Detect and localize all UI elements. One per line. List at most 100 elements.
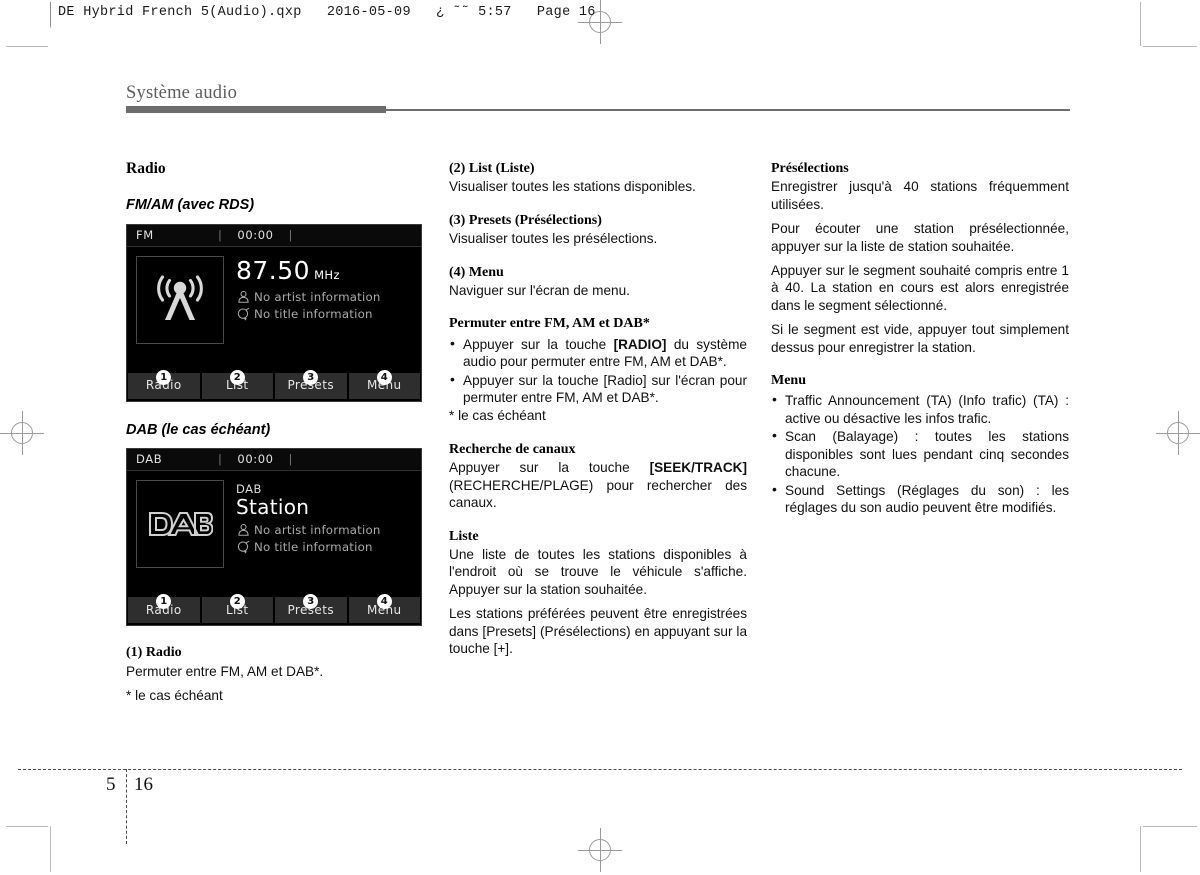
- dab-artist-row: No artist information: [236, 522, 413, 538]
- person-icon: [238, 290, 249, 303]
- switch-bullet-1-pre: Appuyer sur la touche: [463, 336, 614, 352]
- item-1-block: (1) Radio Permuter entre FM, AM et DAB*.…: [126, 644, 426, 704]
- dab-callout-3: 3: [303, 594, 319, 610]
- folio-page-number: 16: [134, 774, 153, 795]
- presets-body-2: Pour écouter une station présélectionnée…: [771, 221, 1069, 254]
- fm-callout-3: 3: [303, 369, 319, 385]
- music-note-icon: [237, 307, 250, 321]
- crop-mark-top-right-horizontal: [1143, 46, 1197, 47]
- dab-status-separator-1: |: [218, 452, 223, 467]
- crop-mark-top-left-horizontal: [6, 46, 48, 47]
- item-4-heading: (4) Menu: [449, 264, 504, 280]
- switch-bands-footnote: * le cas échéant: [449, 408, 546, 424]
- fm-status-clock: 00:00: [237, 227, 274, 242]
- registration-mark-right: [1156, 411, 1200, 455]
- fm-title-text: No title information: [254, 306, 373, 321]
- item-1-footnote: * le cas échéant: [126, 688, 223, 704]
- fm-radio-screen[interactable]: FM | 00:00 | 87.50 MHz No artist informa…: [126, 223, 422, 402]
- registration-mark-bottom: [578, 828, 622, 872]
- crop-mark-bottom-left-horizontal: [6, 826, 48, 827]
- list-heading: Liste: [449, 528, 479, 544]
- dab-status-mode: DAB: [136, 452, 163, 467]
- section-title-radio: Radio: [126, 160, 166, 177]
- item-3-block: (3) Presets (Présélections) Visualiser t…: [449, 212, 747, 248]
- broadcast-tower-icon: [157, 275, 203, 320]
- fm-callout-1: 1: [156, 369, 172, 385]
- fm-artist-text: No artist information: [254, 289, 381, 304]
- fm-status-bar: FM | 00:00 |: [127, 224, 421, 247]
- switch-bands-block: Permuter entre FM, AM et DAB* Appuyer su…: [449, 315, 747, 424]
- fm-frequency-value: 87.50: [236, 255, 311, 285]
- dab-callout-4: 4: [376, 594, 392, 610]
- running-head-rule-thick: [126, 106, 386, 113]
- seek-body-post: (RECHERCHE/PLAGE) pour rechercher des ca…: [449, 477, 747, 511]
- seek-block: Recherche de canaux Appuyer sur la touch…: [449, 441, 747, 512]
- fm-status-separator-2: |: [288, 227, 293, 242]
- fm-frequency-row: 87.50 MHz: [236, 255, 413, 288]
- item-4-block: (4) Menu Naviguer sur l'écran de menu.: [449, 264, 747, 300]
- dab-station-name: Station: [236, 495, 310, 520]
- music-note-icon: [237, 540, 250, 554]
- item-1-heading: (1) Radio: [126, 645, 182, 661]
- dab-callout-2: 2: [229, 594, 245, 610]
- fm-screen-body: 87.50 MHz No artist information No title…: [127, 246, 421, 373]
- fm-callout-2: 2: [229, 369, 245, 385]
- dab-status-bar: DAB | 00:00 |: [127, 449, 421, 472]
- subheading-fm-am: FM/AM (avec RDS): [126, 197, 255, 214]
- subheading-dab: DAB (le cas échéant): [126, 421, 271, 438]
- list-body-1: Une liste de toutes les stations disponi…: [449, 546, 747, 597]
- switch-bands-bullet-1: Appuyer sur la touche [RADIO] du système…: [449, 335, 747, 371]
- list-body-2: Les stations préférées peuvent être enre…: [449, 606, 747, 656]
- menu-bullets: Traffic Announcement (TA) (Info trafic) …: [771, 391, 1069, 517]
- menu-block: Menu Traffic Announcement (TA) (Info tra…: [771, 372, 1069, 516]
- presets-block: Présélections Enregistrer jusqu'à 40 sta…: [771, 160, 1069, 356]
- seek-body-key: [SEEK/TRACK]: [649, 460, 747, 476]
- right-column: Présélections Enregistrer jusqu'à 40 sta…: [771, 160, 1069, 517]
- switch-bands-bullets: Appuyer sur la touche [RADIO] du système…: [449, 335, 747, 407]
- menu-heading: Menu: [771, 373, 806, 389]
- presets-body-3: Appuyer sur le segment souhaité compris …: [771, 263, 1069, 313]
- registration-mark-left: [0, 411, 44, 455]
- person-icon: [238, 524, 249, 536]
- fm-status-mode: FM: [136, 227, 154, 242]
- middle-column: (2) List (Liste) Visualiser toutes les s…: [449, 160, 747, 657]
- list-block: Liste Une liste de toutes les stations d…: [449, 528, 747, 658]
- film-header-rule: [50, 2, 51, 26]
- seek-body: Appuyer sur la touche [SEEK/TRACK] (RECH…: [449, 459, 747, 511]
- fm-metadata: 87.50 MHz No artist information No title…: [236, 256, 413, 322]
- item-2-heading: (2) List (Liste): [449, 161, 535, 176]
- fm-status-separator-1: |: [218, 227, 223, 242]
- menu-bullet-1: Traffic Announcement (TA) (Info trafic) …: [771, 391, 1069, 427]
- fm-title-row: No title information: [236, 306, 413, 322]
- presets-body-4: Si le segment est vide, appuyer tout sim…: [771, 322, 1069, 355]
- dab-artist-text: No artist information: [254, 523, 381, 538]
- fm-frequency-unit: MHz: [314, 267, 340, 282]
- presets-body-1: Enregistrer jusqu'à 40 stations fréquemm…: [771, 179, 1069, 212]
- dab-logo-icon: [149, 512, 213, 537]
- dab-callout-1: 1: [156, 594, 172, 610]
- fm-callout-4: 4: [376, 369, 392, 385]
- running-head-title: Système audio: [126, 83, 238, 103]
- dab-metadata: DAB Station No artist information No tit…: [236, 480, 413, 555]
- item-3-body: Visualiser toutes les présélections.: [449, 231, 658, 247]
- dab-title-row: No title information: [236, 539, 413, 555]
- item-4-body: Naviguer sur l'écran de menu.: [449, 283, 630, 299]
- switch-bullet-1-key: [RADIO]: [613, 336, 667, 352]
- dab-title-text: No title information: [254, 540, 373, 555]
- seek-body-pre: Appuyer sur la touche: [449, 460, 650, 476]
- dab-status-separator-2: |: [288, 452, 293, 467]
- switch-bands-heading: Permuter entre FM, AM et DAB*: [449, 316, 650, 332]
- left-column: Radio FM/AM (avec RDS) FM | 00:00 | 87.5…: [126, 160, 426, 704]
- crop-mark-top-right-vertical: [1140, 2, 1141, 46]
- presets-heading: Présélections: [771, 161, 849, 176]
- item-2-body: Visualiser toutes les stations disponibl…: [449, 179, 696, 195]
- crop-mark-bottom-right-vertical: [1140, 826, 1141, 872]
- fm-artwork-box: [136, 255, 224, 344]
- dab-label-small: DAB: [236, 482, 262, 497]
- folio-chapter-number: 5: [106, 774, 116, 795]
- menu-bullet-3: Sound Settings (Réglages du son) : les r…: [771, 481, 1069, 517]
- footer-dashed-rule-vertical: [126, 769, 127, 844]
- item-3-heading: (3) Presets (Présélections): [449, 212, 602, 228]
- dab-radio-screen[interactable]: DAB | 00:00 | DAB Station No artist info…: [126, 448, 422, 627]
- dab-screen-body: DAB Station No artist information No tit…: [127, 471, 421, 598]
